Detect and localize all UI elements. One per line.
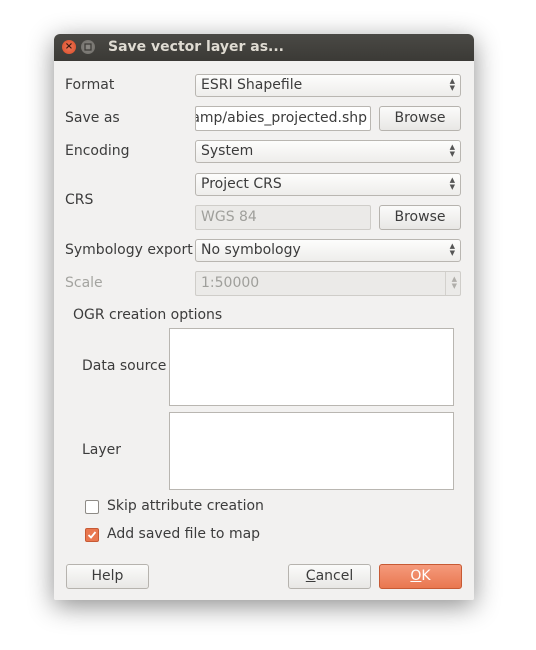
help-button[interactable]: Help: [66, 564, 149, 589]
combo-arrows-icon: ▲ ▼: [449, 77, 455, 92]
dialog-title: Save vector layer as...: [108, 39, 284, 55]
ok-label: K: [421, 568, 431, 584]
spin-arrows-icon: ▲ ▼: [451, 275, 457, 290]
cancel-button[interactable]: Cancel: [288, 564, 371, 589]
crs-name-value: WGS 84: [201, 209, 257, 225]
ok-button[interactable]: OK: [379, 564, 462, 589]
save-vector-layer-dialog: × Save vector layer as... Format ESRI Sh…: [54, 34, 474, 600]
scale-label: Scale: [65, 275, 103, 291]
crs-label: CRS: [65, 192, 94, 208]
encoding-label: Encoding: [65, 143, 130, 159]
browse-crs-button[interactable]: Browse: [379, 205, 461, 230]
save-as-value: camp/abies_projected.shp: [195, 110, 367, 126]
ok-mnemonic: O: [410, 568, 422, 584]
browse-file-button[interactable]: Browse: [379, 106, 461, 131]
crs-value: Project CRS: [201, 176, 282, 192]
format-combo[interactable]: ESRI Shapefile ▲ ▼: [195, 74, 461, 97]
save-as-label: Save as: [65, 110, 120, 126]
data-source-label: Data source: [82, 358, 167, 374]
ogr-options-title: OGR creation options: [73, 307, 223, 323]
skip-attribute-checkbox[interactable]: [85, 500, 99, 514]
symbology-label: Symbology export: [65, 242, 193, 258]
add-to-map-label[interactable]: Add saved file to map: [107, 526, 260, 542]
skip-attribute-label[interactable]: Skip attribute creation: [107, 498, 264, 514]
format-value: ESRI Shapefile: [201, 77, 303, 93]
combo-arrows-icon: ▲ ▼: [449, 242, 455, 257]
encoding-value: System: [201, 143, 254, 159]
format-label: Format: [65, 77, 115, 93]
maximize-window-icon[interactable]: [81, 40, 95, 54]
cancel-mnemonic: C: [305, 568, 316, 584]
symbology-combo[interactable]: No symbology ▲ ▼: [195, 239, 461, 262]
layer-label: Layer: [82, 442, 122, 458]
layer-textarea[interactable]: [169, 412, 454, 490]
crs-combo[interactable]: Project CRS ▲ ▼: [195, 173, 461, 196]
symbology-value: No symbology: [201, 242, 301, 258]
crs-name-field: WGS 84: [195, 205, 371, 230]
add-to-map-checkbox[interactable]: [85, 528, 99, 542]
scale-spinbox: 1:50000 ▲ ▼: [195, 271, 461, 296]
save-as-input[interactable]: camp/abies_projected.shp: [195, 106, 371, 131]
close-window-icon[interactable]: ×: [62, 40, 76, 54]
combo-arrows-icon: ▲ ▼: [449, 176, 455, 191]
spin-divider: [445, 272, 446, 295]
cancel-label: ancel: [315, 568, 354, 584]
combo-arrows-icon: ▲ ▼: [449, 143, 455, 158]
encoding-combo[interactable]: System ▲ ▼: [195, 140, 461, 163]
checkmark-icon: [87, 531, 97, 539]
scale-value: 1:50000: [201, 275, 260, 291]
titlebar: × Save vector layer as...: [54, 34, 474, 61]
data-source-textarea[interactable]: [169, 328, 454, 406]
